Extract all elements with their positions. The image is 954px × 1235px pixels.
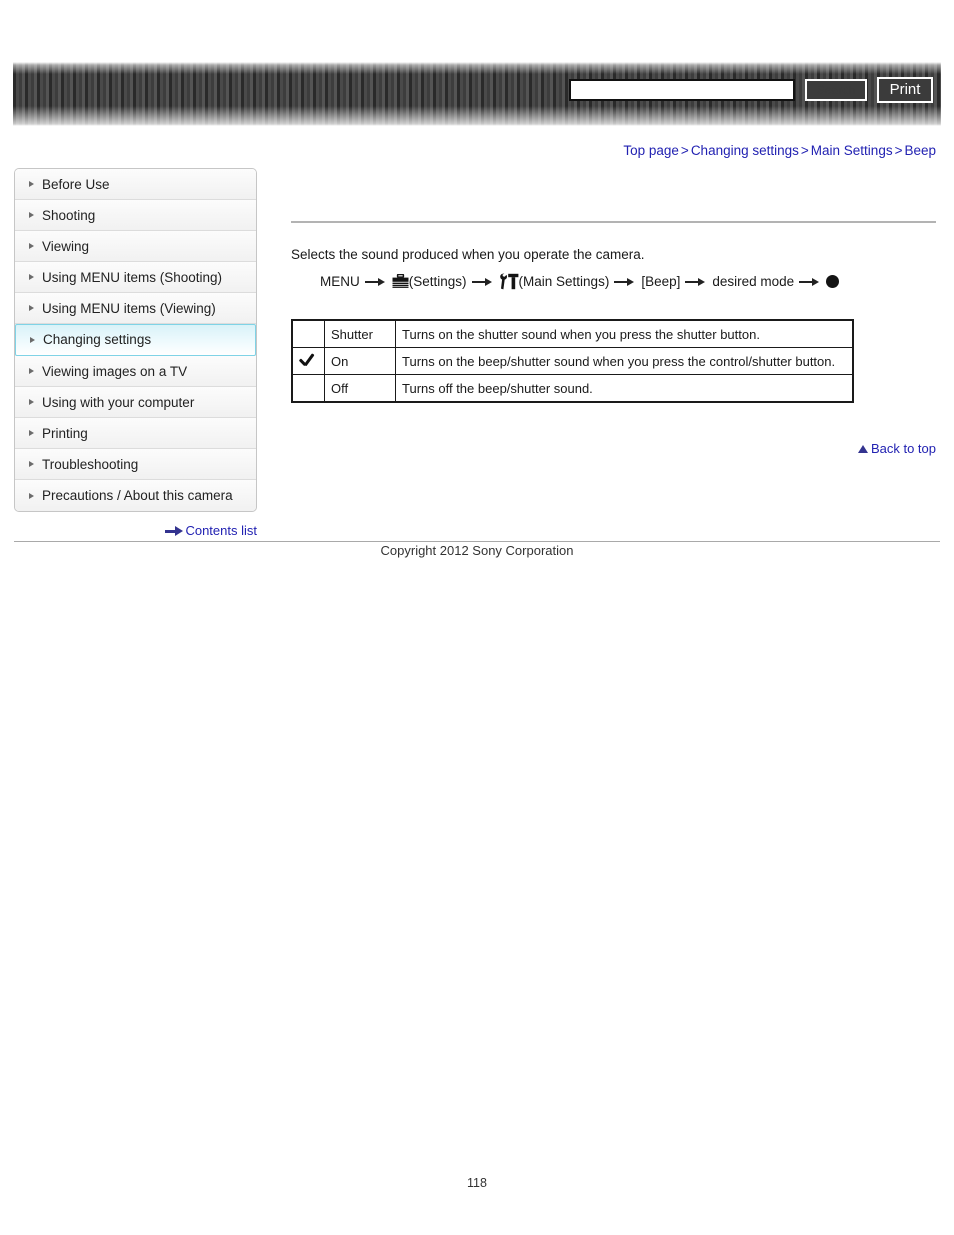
sidebar-item-printing[interactable]: Printing: [15, 418, 256, 449]
copyright-text: Copyright 2012 Sony Corporation: [380, 543, 574, 558]
sidebar-item-viewing[interactable]: Viewing: [15, 231, 256, 262]
breadcrumb-separator: >: [680, 143, 689, 158]
sidebar-item-precautions-about-this-camera[interactable]: Precautions / About this camera: [15, 480, 256, 511]
arrow-right-icon: [165, 526, 184, 536]
sidebar: Before Use Shooting Viewing Using MENU i…: [14, 168, 257, 512]
breadcrumb-separator: >: [800, 143, 809, 158]
breadcrumb-item-beep[interactable]: Beep: [904, 143, 936, 158]
sidebar-item-using-menu-items-viewing[interactable]: Using MENU items (Viewing): [15, 293, 256, 324]
sidebar-item-troubleshooting[interactable]: Troubleshooting: [15, 449, 256, 480]
breadcrumb-item-main-settings[interactable]: Main Settings: [811, 143, 893, 158]
arrow-right-icon: [799, 276, 821, 288]
table-cell-name: On: [324, 347, 396, 375]
contents-list-label[interactable]: Contents list: [185, 523, 257, 538]
arrow-right-icon: [614, 276, 636, 288]
main-content: Selects the sound produced when you oper…: [291, 175, 936, 403]
page-number: 118: [467, 1176, 487, 1190]
arrow-right-icon: [364, 276, 387, 288]
print-button[interactable]: Print: [877, 77, 933, 103]
table-cell-name: Shutter: [324, 319, 396, 348]
sidebar-item-label: Viewing images on a TV: [42, 364, 188, 379]
sidebar-item-before-use[interactable]: Before Use: [15, 169, 256, 200]
table-row: Shutter Turns on the shutter sound when …: [291, 319, 854, 348]
chevron-right-icon: [29, 368, 34, 374]
breadcrumb-item-top-page[interactable]: Top page: [623, 143, 679, 158]
menu-path-beep-label: [Beep]: [641, 274, 681, 289]
sidebar-item-using-with-your-computer[interactable]: Using with your computer: [15, 387, 256, 418]
chevron-right-icon: [29, 461, 34, 467]
back-to-top-link[interactable]: Back to top: [291, 441, 936, 456]
search-input[interactable]: [569, 79, 795, 101]
chevron-right-icon: [30, 337, 35, 343]
sidebar-item-label: Troubleshooting: [42, 457, 139, 472]
menu-path: MENU (Settings) (Main Settings) [Beep] d…: [320, 273, 936, 290]
chevron-right-icon: [29, 274, 34, 280]
menu-path-start: MENU: [320, 274, 360, 289]
chevron-right-icon: [29, 430, 34, 436]
sidebar-item-label: Viewing: [42, 239, 90, 254]
contents-list-link[interactable]: Contents list: [14, 523, 257, 538]
chevron-right-icon: [29, 212, 34, 218]
record-dot-icon: [826, 275, 840, 288]
sidebar-item-shooting[interactable]: Shooting: [15, 200, 256, 231]
lead-paragraph: Selects the sound produced when you oper…: [291, 247, 645, 262]
toolbox-icon: [392, 273, 409, 289]
table-cell-name: Off: [324, 374, 396, 403]
sidebar-item-label: Printing: [42, 426, 88, 441]
wrench-toolbox-icon: [499, 273, 519, 290]
table-row: On Turns on the beep/shutter sound when …: [291, 347, 854, 375]
chevron-right-icon: [29, 305, 34, 311]
breadcrumb: Top page > Changing settings > Main Settings…: [623, 143, 936, 158]
table-cell-check: [291, 319, 325, 348]
sidebar-item-label: Shooting: [42, 208, 96, 223]
menu-path-desired-mode-label: desired mode: [712, 274, 795, 289]
arrow-right-icon: [471, 276, 494, 288]
triangle-up-icon: [857, 445, 868, 453]
table-cell-check: [291, 347, 325, 375]
breadcrumb-item-changing-settings[interactable]: Changing settings: [691, 143, 799, 158]
options-table: Shutter Turns on the shutter sound when …: [291, 319, 854, 403]
sidebar-item-changing-settings[interactable]: Changing settings: [15, 324, 256, 356]
sidebar-item-label: Changing settings: [43, 332, 152, 347]
menu-path-main-settings-label: (Main Settings): [518, 274, 610, 289]
sidebar-item-label: Using MENU items (Shooting): [42, 270, 223, 285]
header-controls: Search Print: [569, 77, 933, 103]
table-cell-description: Turns on the shutter sound when you pres…: [395, 319, 854, 348]
sidebar-item-label: Before Use: [42, 177, 110, 192]
chevron-right-icon: [29, 492, 34, 499]
table-cell-description: Turns off the beep/shutter sound.: [395, 374, 854, 403]
table-cell-description: Turns on the beep/shutter sound when you…: [395, 347, 854, 375]
chevron-right-icon: [29, 399, 34, 405]
table-row: Off Turns off the beep/shutter sound.: [291, 374, 854, 403]
arrow-right-icon: [685, 276, 707, 288]
page-title: [291, 175, 936, 221]
breadcrumb-separator: >: [894, 143, 903, 158]
sidebar-item-label: Using MENU items (Viewing): [42, 301, 216, 316]
sidebar-item-using-menu-items-shooting[interactable]: Using MENU items (Shooting): [15, 262, 256, 293]
title-divider: [291, 221, 936, 223]
header-bar: Search Print: [13, 62, 941, 126]
menu-path-settings-label: (Settings): [408, 274, 467, 289]
back-to-top-label[interactable]: Back to top: [871, 441, 936, 456]
sidebar-item-label: Precautions / About this camera: [42, 488, 233, 503]
search-button[interactable]: Search: [805, 79, 867, 101]
footer-divider: [14, 541, 940, 542]
sidebar-item-label: Using with your computer: [42, 395, 195, 410]
sidebar-item-viewing-images-on-a-tv[interactable]: Viewing images on a TV: [15, 356, 256, 387]
table-cell-check: [291, 374, 325, 403]
chevron-right-icon: [29, 243, 34, 249]
check-icon: [299, 351, 318, 368]
chevron-right-icon: [29, 181, 34, 187]
